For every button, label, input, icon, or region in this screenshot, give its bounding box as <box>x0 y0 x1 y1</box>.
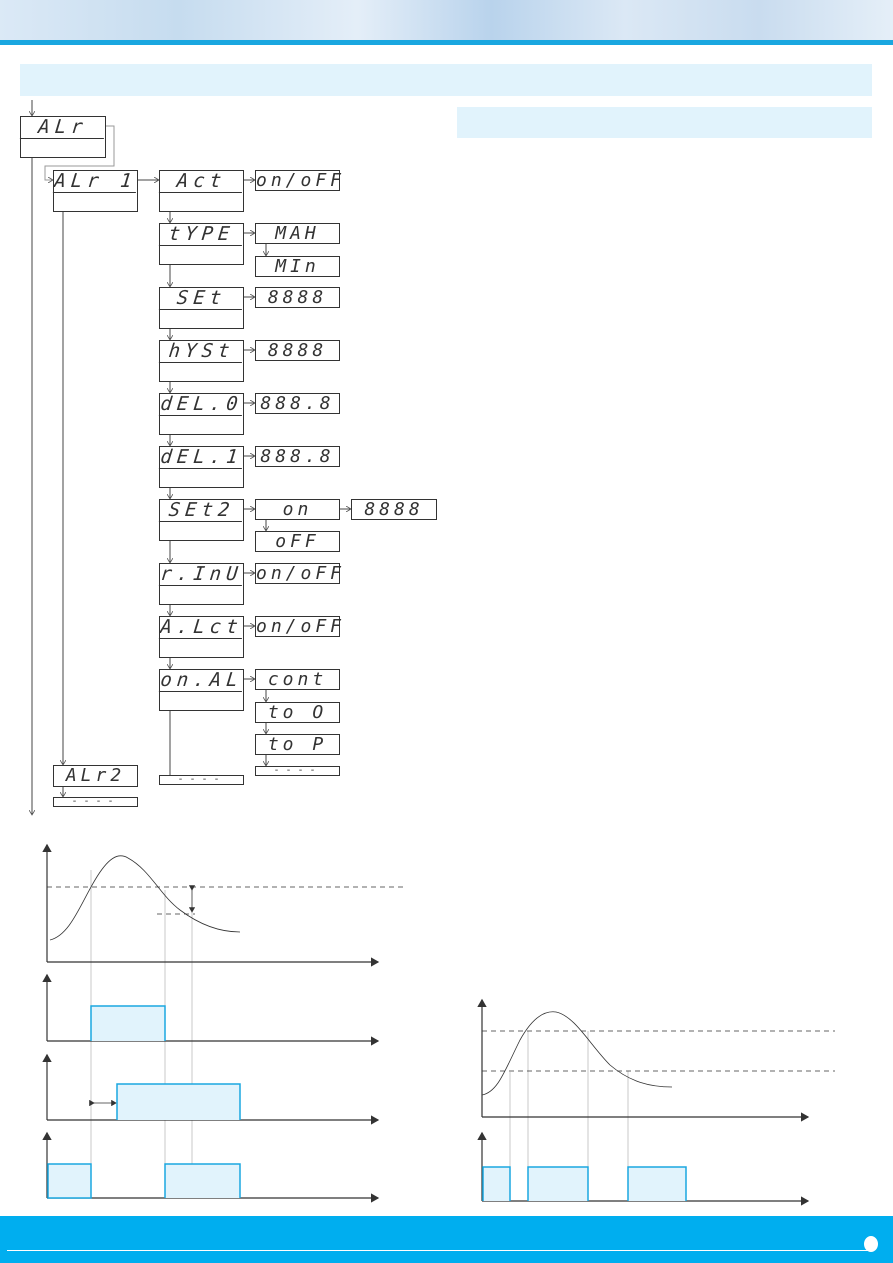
footer-bar <box>0 1216 893 1263</box>
page-number-badge <box>864 1236 878 1252</box>
footer-divider <box>7 1250 873 1251</box>
timing-guides <box>90 870 629 1201</box>
process-curve <box>481 1011 673 1096</box>
process-curve <box>49 855 241 941</box>
output-pulses <box>47 1005 687 1201</box>
alarm-timing-diagrams <box>42 843 835 1206</box>
